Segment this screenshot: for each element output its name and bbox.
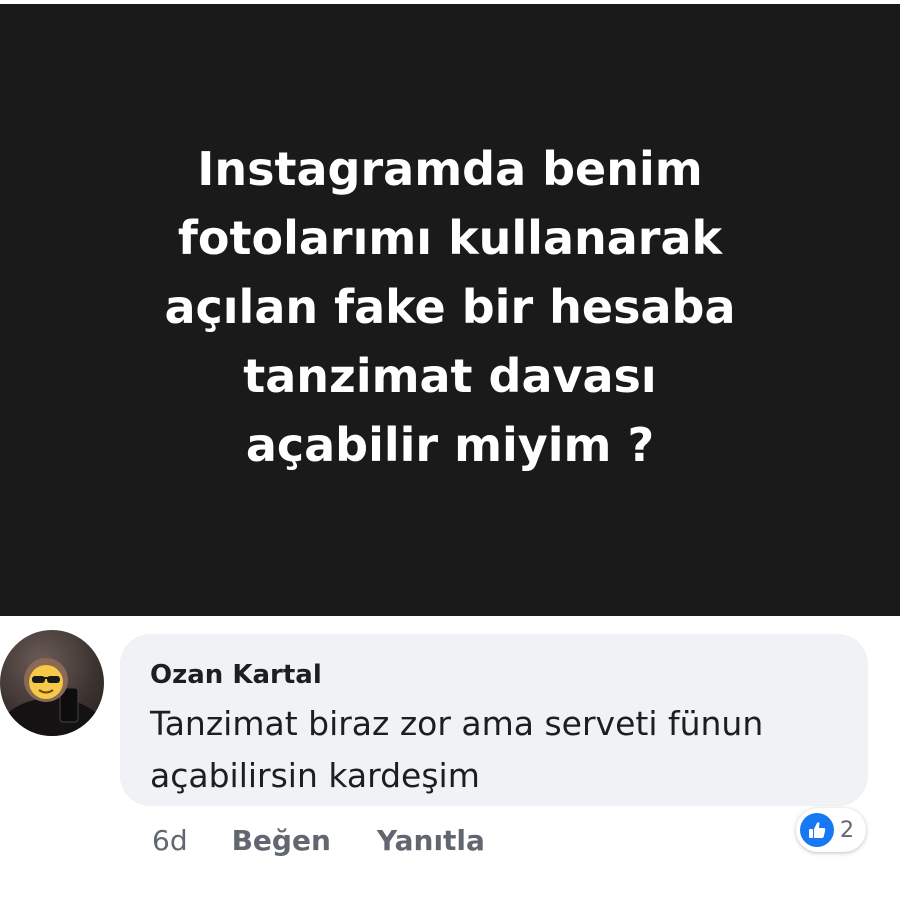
comment-bubble: Ozan Kartal Tanzimat biraz zor ama serve… bbox=[120, 634, 868, 806]
post-text: Instagramda benim fotolarımı kullanarak … bbox=[164, 141, 736, 472]
comment-text: Tanzimat biraz zor ama serveti fünun aça… bbox=[150, 704, 764, 795]
reaction-count: 2 bbox=[840, 817, 854, 843]
comment-actions: 6d Beğen Yanıtla bbox=[152, 820, 485, 860]
like-button[interactable]: Beğen bbox=[232, 824, 331, 857]
commenter-avatar[interactable] bbox=[0, 630, 104, 736]
comment-timestamp[interactable]: 6d bbox=[152, 824, 188, 857]
avatar-photo bbox=[0, 658, 104, 736]
reply-button[interactable]: Yanıtla bbox=[377, 824, 485, 857]
reaction-summary[interactable]: 2 bbox=[796, 808, 866, 852]
thumbs-up-icon bbox=[800, 813, 834, 847]
post-image: Instagramda benim fotolarımı kullanarak … bbox=[0, 4, 900, 616]
comment-author[interactable]: Ozan Kartal bbox=[150, 660, 322, 690]
